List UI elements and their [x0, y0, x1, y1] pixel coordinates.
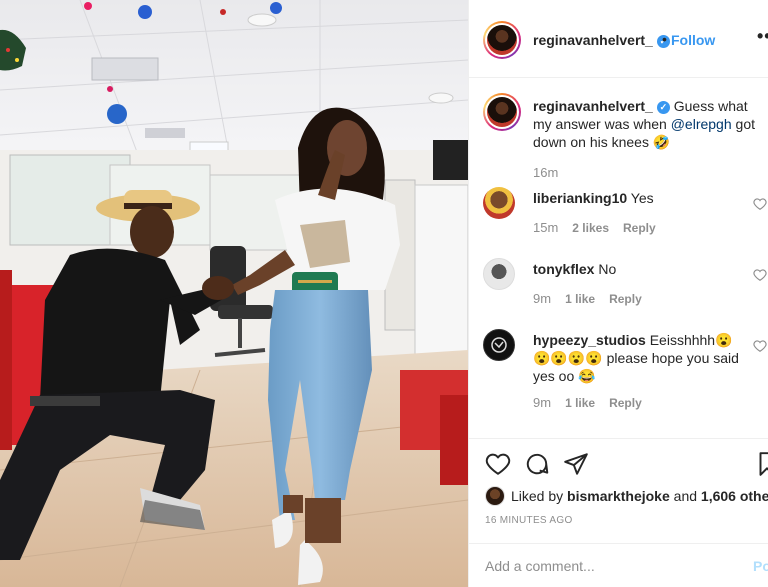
reply-button[interactable]: Reply	[623, 221, 656, 235]
reply-button[interactable]: Reply	[609, 292, 642, 306]
comment-text: hypeezy_studios Eeisshhhh😮😮😮😮😮 please ho…	[533, 331, 747, 385]
hypeezy-logo-icon	[491, 337, 507, 353]
comment-body: No	[598, 261, 617, 277]
bookmark-icon[interactable]	[758, 451, 768, 477]
comments-list[interactable]: reginavanhelvert_ ✓ Guess what my answer …	[469, 79, 768, 438]
caption-age: 16m	[533, 165, 559, 180]
comment-meta: 9m 1 like Reply	[533, 291, 642, 306]
liked-by-avatar[interactable]	[485, 486, 505, 506]
liked-by-row: Liked by bismarkthejoke and 1,606 others	[485, 486, 768, 508]
commenter-username[interactable]: liberianking10	[533, 190, 627, 206]
post-timestamp[interactable]: 16 MINUTES AGO	[485, 515, 573, 526]
comment-age: 9m	[533, 291, 552, 306]
comment-icon[interactable]	[524, 451, 550, 477]
post-comment-button[interactable]: Post	[753, 558, 768, 574]
commenter-username[interactable]: hypeezy_studios	[533, 332, 646, 348]
heart-icon[interactable]	[485, 451, 511, 477]
comment-meta: 15m 2 likes Reply	[533, 220, 656, 235]
comment-text: tonykflex No	[533, 260, 747, 278]
comment-likes[interactable]: 1 like	[565, 396, 595, 410]
comment-like-heart-icon[interactable]	[753, 268, 767, 282]
caption-avatar[interactable]	[483, 93, 521, 131]
caption-text: reginavanhelvert_ ✓ Guess what my answer …	[533, 97, 768, 151]
comment-like-heart-icon[interactable]	[753, 339, 767, 353]
verified-badge-icon: ✓	[656, 101, 670, 114]
commenter-avatar[interactable]	[483, 187, 515, 219]
more-options-icon[interactable]: •••	[757, 26, 768, 47]
post-side-panel: reginavanhelvert_✓ • Follow ••• reginava…	[468, 0, 768, 587]
share-icon[interactable]	[563, 451, 589, 477]
post-actions: Liked by bismarkthejoke and 1,606 others…	[469, 438, 768, 587]
author-avatar[interactable]	[483, 21, 521, 59]
comment-like-heart-icon[interactable]	[753, 197, 767, 211]
author-username-row[interactable]: reginavanhelvert_ ✓	[533, 32, 670, 50]
commenter-avatar[interactable]	[483, 258, 515, 290]
caption-mention[interactable]: @elrepgh	[671, 116, 732, 132]
proposal-photo-image	[0, 0, 468, 587]
comment-meta: 9m 1 like Reply	[533, 395, 642, 410]
author-username[interactable]: reginavanhelvert_	[533, 32, 653, 48]
liked-by-and: and	[669, 488, 701, 504]
add-comment-bar: Post	[469, 543, 768, 587]
comment-body: Yes	[630, 190, 654, 206]
comment-likes[interactable]: 2 likes	[572, 221, 609, 235]
liked-by-count[interactable]: 1,606 others	[701, 488, 768, 504]
caption-username[interactable]: reginavanhelvert_	[533, 98, 653, 114]
post-header: reginavanhelvert_✓ • Follow •••	[469, 0, 768, 78]
liked-by-user[interactable]: bismarkthejoke	[567, 488, 670, 504]
comment-likes[interactable]: 1 like	[565, 292, 595, 306]
comment-text: liberianking10 Yes	[533, 189, 747, 207]
post-photo[interactable]	[0, 0, 468, 587]
commenter-username[interactable]: tonykflex	[533, 261, 594, 277]
comment-age: 9m	[533, 395, 552, 410]
commenter-avatar[interactable]	[483, 329, 515, 361]
follow-separator: •	[662, 31, 667, 47]
follow-button[interactable]: Follow	[671, 32, 715, 48]
comment-age: 15m	[533, 220, 559, 235]
liked-by-prefix: Liked by	[511, 488, 568, 504]
liked-by-text: Liked by bismarkthejoke and 1,606 others	[511, 488, 768, 504]
add-comment-input[interactable]	[485, 556, 735, 576]
reply-button[interactable]: Reply	[609, 396, 642, 410]
